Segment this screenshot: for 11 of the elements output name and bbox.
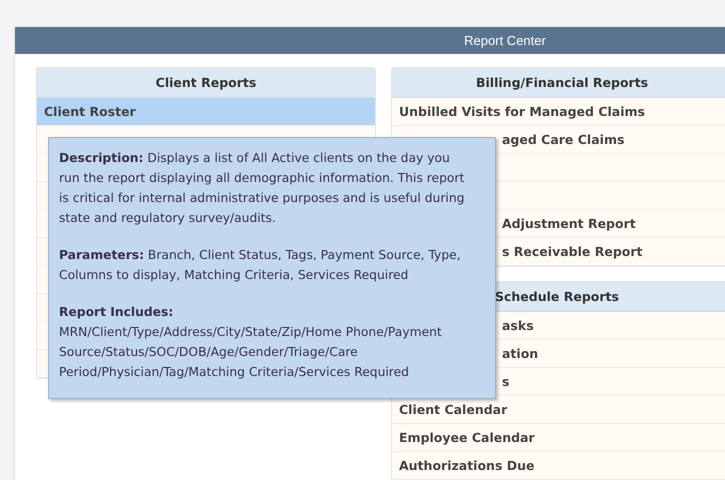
tooltip-text: MRN/Client/Type/Address/City/State/Zip/Home Phone/Payment Source/Status/SOC/DOB/Age/Gender/Triage/Care Period/Physician/Tag/Matching Criteria/Services Required <box>59 324 443 381</box>
tooltip-text: Parameters: Branch, Client Status, Tags, Payment Source, Type, Columns to display, Matching Criteria, Services Required <box>59 247 462 284</box>
report-item[interactable]: Client Calendar <box>392 396 725 424</box>
section-header: Client Reports <box>37 68 375 98</box>
report-item[interactable]: Authorizations Due <box>392 452 725 480</box>
report-item[interactable]: Unbilled Visits for Managed Claims <box>392 98 725 126</box>
report-item[interactable]: Employee Calendar <box>392 424 725 452</box>
window-title: Report Center <box>464 33 546 48</box>
tooltip-text: Report Includes: <box>59 304 174 321</box>
report-item[interactable]: Client Roster <box>37 98 375 126</box>
section-header: Billing/Financial Reports <box>392 68 725 98</box>
